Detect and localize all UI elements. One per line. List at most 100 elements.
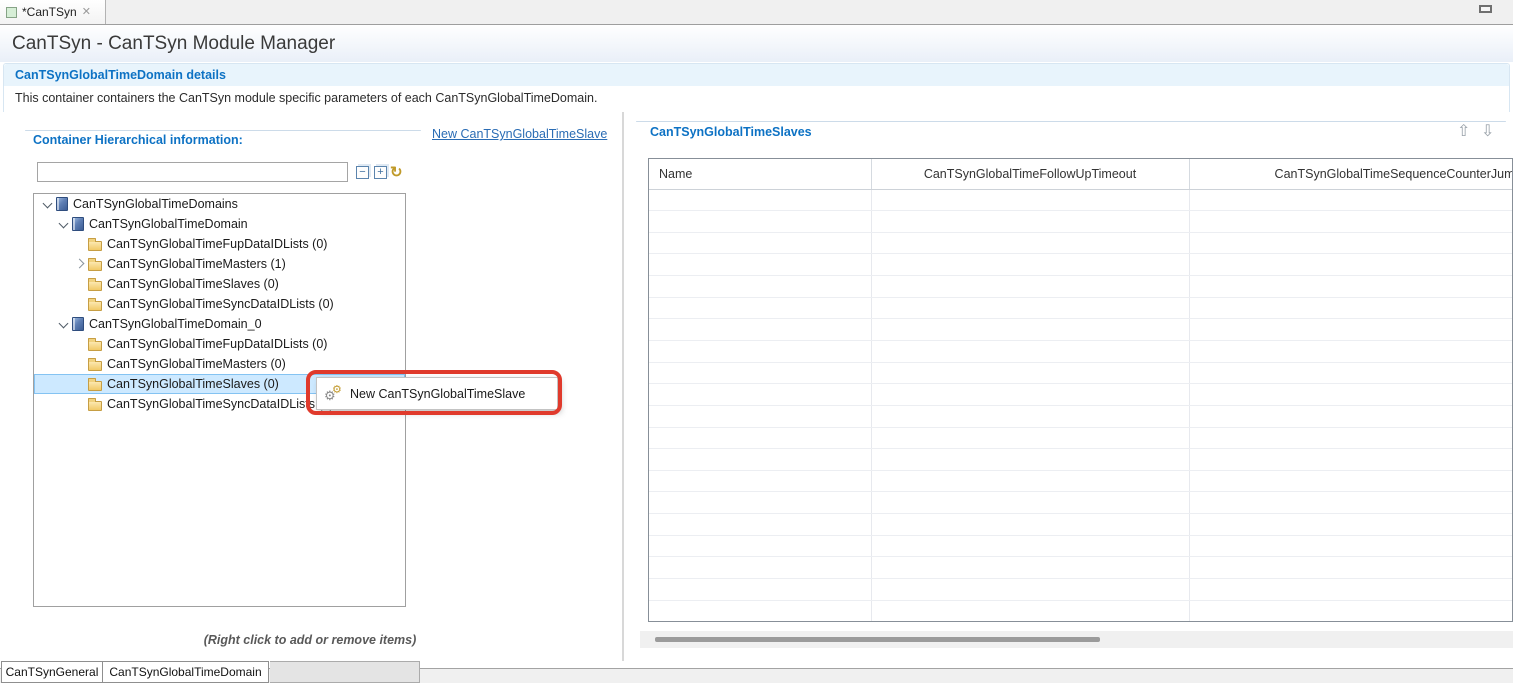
table-row[interactable] <box>649 470 1513 492</box>
column-header[interactable]: Name <box>649 159 871 189</box>
table-row[interactable] <box>649 340 1513 362</box>
table-row[interactable] <box>649 297 1513 319</box>
table-cell[interactable] <box>871 276 1189 298</box>
table-cell[interactable] <box>871 514 1189 536</box>
table-cell[interactable] <box>871 427 1189 449</box>
table-row[interactable] <box>649 254 1513 276</box>
table-cell[interactable] <box>1189 514 1513 536</box>
table-cell[interactable] <box>871 579 1189 601</box>
table-cell[interactable] <box>1189 470 1513 492</box>
table-cell[interactable] <box>1189 492 1513 514</box>
table-cell[interactable] <box>649 470 871 492</box>
table-cell[interactable] <box>1189 557 1513 579</box>
table-cell[interactable] <box>1189 297 1513 319</box>
tree-item[interactable]: CanTSynGlobalTimeMasters (1) <box>34 254 405 274</box>
chevron-down-icon[interactable] <box>40 194 56 214</box>
table-row[interactable] <box>649 449 1513 471</box>
table-cell[interactable] <box>871 384 1189 406</box>
bottom-tab-cantsynglobaltimedomain[interactable]: CanTSynGlobalTimeDomain <box>102 661 269 683</box>
table-cell[interactable] <box>1189 449 1513 471</box>
tree-item[interactable]: CanTSynGlobalTimeDomain_0 <box>34 314 405 334</box>
bottom-tab-cantsyngeneral[interactable]: CanTSynGeneral <box>1 661 103 683</box>
table-cell[interactable] <box>649 297 871 319</box>
scrollbar-thumb[interactable] <box>655 637 1100 642</box>
table-cell[interactable] <box>1189 535 1513 557</box>
table-cell[interactable] <box>649 557 871 579</box>
table-cell[interactable] <box>1189 211 1513 233</box>
table-cell[interactable] <box>649 579 871 601</box>
table-cell[interactable] <box>871 535 1189 557</box>
table-row[interactable] <box>649 492 1513 514</box>
table-cell[interactable] <box>871 600 1189 622</box>
table-cell[interactable] <box>871 232 1189 254</box>
table-row[interactable] <box>649 362 1513 384</box>
table-row[interactable] <box>649 427 1513 449</box>
tree-item[interactable]: CanTSynGlobalTimeDomain <box>34 214 405 234</box>
close-icon[interactable]: ✕ <box>82 7 91 18</box>
tree-item[interactable]: CanTSynGlobalTimeSlaves (0) <box>34 274 405 294</box>
new-slave-link[interactable]: New CanTSynGlobalTimeSlave <box>432 127 607 141</box>
table-row[interactable] <box>649 319 1513 341</box>
table-cell[interactable] <box>871 254 1189 276</box>
table-row[interactable] <box>649 232 1513 254</box>
table-cell[interactable] <box>1189 600 1513 622</box>
table-row[interactable] <box>649 557 1513 579</box>
table-cell[interactable] <box>871 405 1189 427</box>
table-cell[interactable] <box>649 340 871 362</box>
editor-tab-cantsyn[interactable]: *CanTSyn ✕ <box>0 0 106 24</box>
table-cell[interactable] <box>1189 362 1513 384</box>
minimize-icon[interactable] <box>1479 5 1492 13</box>
table-cell[interactable] <box>1189 340 1513 362</box>
expand-all-icon[interactable]: + <box>374 166 387 179</box>
table-cell[interactable] <box>871 449 1189 471</box>
table-cell[interactable] <box>1189 254 1513 276</box>
table-cell[interactable] <box>1189 319 1513 341</box>
table-row[interactable] <box>649 189 1513 211</box>
table-cell[interactable] <box>649 362 871 384</box>
table-cell[interactable] <box>1189 427 1513 449</box>
horizontal-scrollbar[interactable] <box>640 631 1513 648</box>
table-cell[interactable] <box>649 405 871 427</box>
tree-item[interactable]: CanTSynGlobalTimeDomains <box>34 194 405 214</box>
table-row[interactable] <box>649 579 1513 601</box>
table-cell[interactable] <box>649 492 871 514</box>
chevron-down-icon[interactable] <box>56 214 72 234</box>
tree-item[interactable]: CanTSynGlobalTimeFupDataIDLists (0) <box>34 334 405 354</box>
table-cell[interactable] <box>1189 579 1513 601</box>
collapse-all-icon[interactable]: − <box>356 166 369 179</box>
table-cell[interactable] <box>649 384 871 406</box>
table-cell[interactable] <box>871 189 1189 211</box>
table-cell[interactable] <box>871 492 1189 514</box>
table-row[interactable] <box>649 405 1513 427</box>
tree-item[interactable]: CanTSynGlobalTimeSyncDataIDLists (0) <box>34 294 405 314</box>
table-row[interactable] <box>649 514 1513 536</box>
table-row[interactable] <box>649 384 1513 406</box>
refresh-icon[interactable]: ↻ <box>390 163 403 181</box>
table-cell[interactable] <box>1189 276 1513 298</box>
table-cell[interactable] <box>871 340 1189 362</box>
table-cell[interactable] <box>1189 384 1513 406</box>
table-row[interactable] <box>649 211 1513 233</box>
table-cell[interactable] <box>871 297 1189 319</box>
column-header[interactable]: CanTSynGlobalTimeSequenceCounterJump <box>1189 159 1513 189</box>
table-row[interactable] <box>649 535 1513 557</box>
table-row[interactable] <box>649 600 1513 622</box>
tree-item[interactable]: CanTSynGlobalTimeMasters (0) <box>34 354 405 374</box>
table-cell[interactable] <box>649 254 871 276</box>
table-cell[interactable] <box>871 211 1189 233</box>
table-cell[interactable] <box>649 319 871 341</box>
table-cell[interactable] <box>871 557 1189 579</box>
table-cell[interactable] <box>649 427 871 449</box>
pane-divider[interactable] <box>622 112 624 661</box>
table-cell[interactable] <box>649 449 871 471</box>
table-cell[interactable] <box>1189 189 1513 211</box>
table-cell[interactable] <box>649 232 871 254</box>
table-cell[interactable] <box>1189 232 1513 254</box>
table-cell[interactable] <box>871 319 1189 341</box>
context-menu-item-new-slave[interactable]: New CanTSynGlobalTimeSlave <box>350 387 525 401</box>
table-row[interactable] <box>649 276 1513 298</box>
table-cell[interactable] <box>871 470 1189 492</box>
table-cell[interactable] <box>649 276 871 298</box>
chevron-right-icon[interactable] <box>72 254 88 274</box>
move-up-icon[interactable]: ⇧ <box>1457 124 1470 140</box>
